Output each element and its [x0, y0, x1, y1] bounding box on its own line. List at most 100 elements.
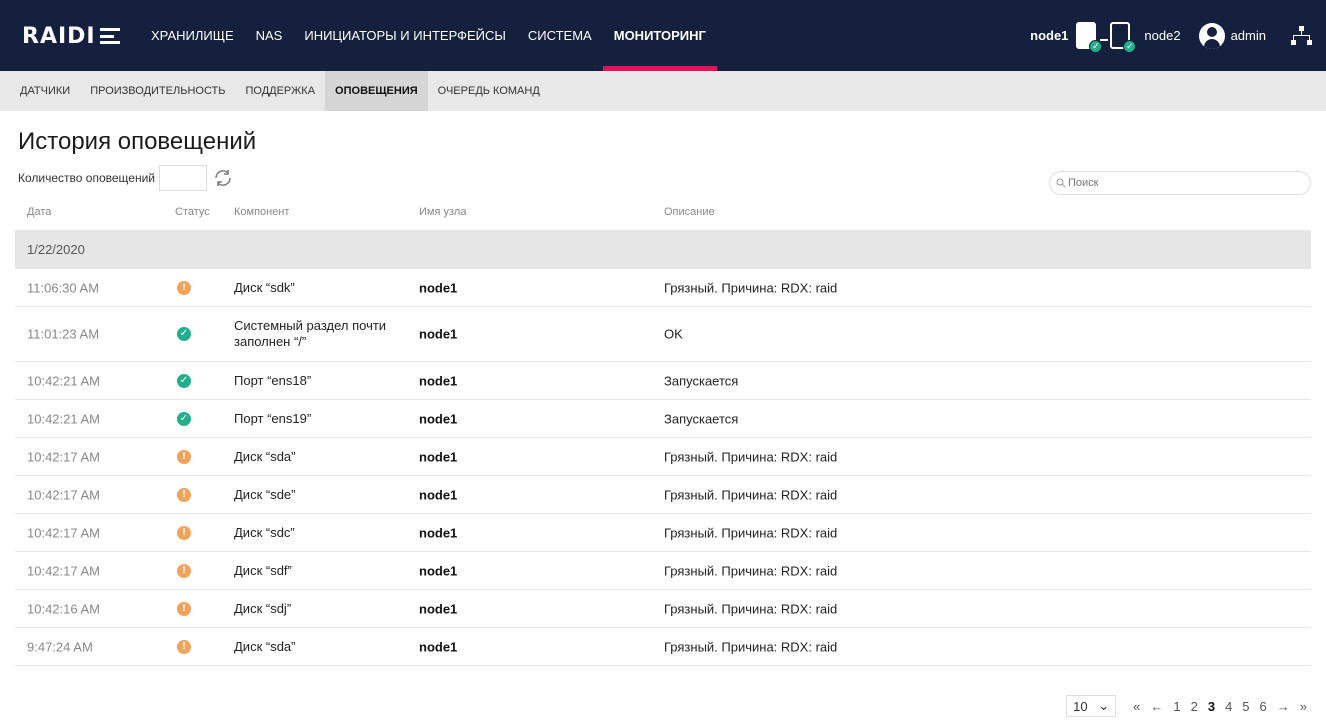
- table-row[interactable]: 9:47:24 AM! Диск “sda” node1 Грязный. Причи…: [15, 628, 1311, 666]
- column-date[interactable]: Дата: [27, 206, 51, 218]
- node2-label[interactable]: node2: [1144, 28, 1180, 43]
- subnav-item-3[interactable]: ОПОВЕЩЕНИЯ: [325, 71, 428, 111]
- column-component[interactable]: Компонент: [234, 206, 289, 218]
- alert-component: Диск “sdk”: [234, 279, 295, 295]
- alert-time: 10:42:21 AM: [27, 411, 100, 426]
- alert-description: Запускается: [664, 411, 739, 426]
- alert-description: Грязный. Причина: RDX: raid: [664, 280, 838, 295]
- alert-component: Диск “sda”: [234, 448, 296, 464]
- nav-item-1[interactable]: NAS: [245, 0, 294, 71]
- prev-page-button[interactable]: ←: [1150, 699, 1163, 714]
- search-input[interactable]: [1049, 171, 1311, 195]
- raidix-logo[interactable]: RAIDI: [22, 23, 120, 49]
- table-row[interactable]: 10:42:17 AM! Диск “sda” node1 Грязный. Прич…: [15, 438, 1311, 476]
- ok-icon: ✓: [177, 373, 191, 388]
- logo-mark-icon: [99, 28, 120, 44]
- alert-node: node1: [419, 639, 458, 654]
- alert-component: Диск “sde”: [234, 486, 296, 502]
- table-row[interactable]: 10:42:17 AM! Диск “sdf” node1 Грязный. Прич…: [15, 552, 1311, 590]
- header-right: node1 ✓ ✓ node2 admin: [1030, 0, 1312, 71]
- count-row: Количество оповещений: [18, 165, 235, 191]
- node2-server-icon[interactable]: ✓: [1110, 22, 1137, 53]
- ok-icon: ✓: [177, 411, 191, 426]
- table-row[interactable]: 11:06:30 AM! Диск “sdk” node1 Грязный. Прич…: [15, 269, 1311, 307]
- alert-node: node1: [419, 280, 458, 295]
- alert-node: node1: [419, 525, 458, 540]
- alert-component: Диск “sdc”: [234, 524, 295, 540]
- alert-time: 10:42:17 AM: [27, 449, 100, 464]
- page-2-button[interactable]: 2: [1191, 699, 1198, 714]
- nav-item-2[interactable]: ИНИЦИАТОРЫ И ИНТЕРФЕЙСЫ: [293, 0, 517, 71]
- page-3-button[interactable]: 3: [1208, 699, 1215, 714]
- page-size-value: 10: [1073, 698, 1088, 714]
- warning-icon: !: [177, 487, 191, 502]
- alert-component: Порт “ens19”: [234, 410, 312, 426]
- alert-time: 10:42:16 AM: [27, 601, 100, 616]
- alert-description: Грязный. Причина: RDX: raid: [664, 639, 838, 654]
- logo-text: RAIDI: [22, 23, 96, 49]
- count-label: Количество оповещений: [18, 171, 155, 185]
- refresh-icon[interactable]: [211, 166, 235, 190]
- node1-server-icon[interactable]: ✓: [1076, 22, 1103, 53]
- alert-component: Диск “sda”: [234, 638, 296, 654]
- table-header: Дата Статус Компонент Имя узла Описание: [0, 200, 1326, 228]
- page-size-select[interactable]: 10 ⌄: [1066, 695, 1117, 717]
- alert-description: Запускается: [664, 373, 739, 388]
- alert-node: node1: [419, 373, 458, 388]
- page-title: История оповещений: [18, 128, 257, 155]
- user-name[interactable]: admin: [1231, 28, 1266, 43]
- column-status[interactable]: Статус: [175, 206, 210, 218]
- alert-description: Грязный. Причина: RDX: raid: [664, 487, 838, 502]
- subnav-item-4[interactable]: ОЧЕРЕДЬ КОМАНД: [428, 71, 550, 111]
- alert-description: Грязный. Причина: RDX: raid: [664, 601, 838, 616]
- chevron-down-icon: ⌄: [1098, 698, 1110, 713]
- page-5-button[interactable]: 5: [1242, 699, 1249, 714]
- alert-component: Системный раздел почти заполнен “/”: [234, 318, 387, 349]
- page-numbers: 123456: [1168, 699, 1271, 714]
- node1-ok-icon: ✓: [1089, 40, 1103, 53]
- column-node[interactable]: Имя узла: [419, 206, 466, 218]
- subnav-item-0[interactable]: ДАТЧИКИ: [10, 71, 80, 111]
- table-row[interactable]: 10:42:16 AM! Диск “sdj” node1 Грязный. Прич…: [15, 590, 1311, 628]
- subnav-item-2[interactable]: ПОДДЕРЖКА: [235, 71, 325, 111]
- network-icon[interactable]: [1290, 25, 1312, 46]
- alert-node: node1: [419, 326, 458, 342]
- alert-component: Диск “sdf”: [234, 562, 292, 578]
- top-bar: RAIDI ХРАНИЛИЩЕ NAS ИНИЦИАТОРЫ И ИНТЕРФЕЙС…: [0, 0, 1326, 71]
- node2-ok-icon: ✓: [1123, 40, 1137, 53]
- alerts-table-body: 11:06:30 AM! Диск “sdk” node1 Грязный. Прич…: [15, 269, 1311, 666]
- subnav-item-1[interactable]: ПРОИЗВОДИТЕЛЬНОСТЬ: [80, 71, 235, 111]
- table-row[interactable]: 10:42:21 AM ✓ Порт “ens19” node1 Запускается: [15, 400, 1311, 438]
- nav-item-3[interactable]: СИСТЕМА: [517, 0, 603, 71]
- alert-time: 10:42:17 AM: [27, 563, 100, 578]
- last-page-button[interactable]: »: [1300, 699, 1307, 714]
- column-description[interactable]: Описание: [664, 206, 715, 218]
- page-6-button[interactable]: 6: [1260, 699, 1267, 714]
- node1-label[interactable]: node1: [1030, 28, 1068, 43]
- first-page-button[interactable]: «: [1133, 699, 1140, 714]
- sub-nav: ДАТЧИКИ ПРОИЗВОДИТЕЛЬНОСТЬ ПОДДЕРЖКА ОПОВЕЩ…: [0, 71, 1326, 111]
- next-page-button[interactable]: →: [1277, 699, 1290, 714]
- table-row[interactable]: 10:42:21 AM ✓ Порт “ens18” node1 Запускается: [15, 362, 1311, 400]
- alert-component: Порт “ens18”: [234, 372, 312, 388]
- table-row[interactable]: 10:42:17 AM! Диск “sde” node1 Грязный. Прич…: [15, 476, 1311, 514]
- warning-icon: !: [177, 280, 191, 295]
- alert-description: Грязный. Причина: RDX: raid: [664, 563, 838, 578]
- alert-node: node1: [419, 449, 458, 464]
- user-icon[interactable]: [1198, 22, 1225, 49]
- alert-node: node1: [419, 487, 458, 502]
- alert-time: 9:47:24 AM: [27, 639, 93, 654]
- alert-description: OK: [664, 326, 683, 342]
- alert-time: 10:42:17 AM: [27, 525, 100, 540]
- warning-icon: !: [177, 601, 191, 616]
- table-row[interactable]: 11:01:23 AM ✓ Системный раздел почти запол…: [15, 307, 1311, 362]
- warning-icon: !: [177, 525, 191, 540]
- page-4-button[interactable]: 4: [1225, 699, 1232, 714]
- node-link-icon: [1100, 38, 1109, 41]
- page-1-button[interactable]: 1: [1173, 699, 1180, 714]
- date-group-row: 1/22/2020: [15, 230, 1311, 269]
- nav-item-0[interactable]: ХРАНИЛИЩЕ: [140, 0, 245, 71]
- nav-item-4[interactable]: МОНИТОРИНГ: [602, 0, 718, 71]
- count-input[interactable]: [158, 165, 207, 191]
- table-row[interactable]: 10:42:17 AM! Диск “sdc” node1 Грязный. Прич…: [15, 514, 1311, 552]
